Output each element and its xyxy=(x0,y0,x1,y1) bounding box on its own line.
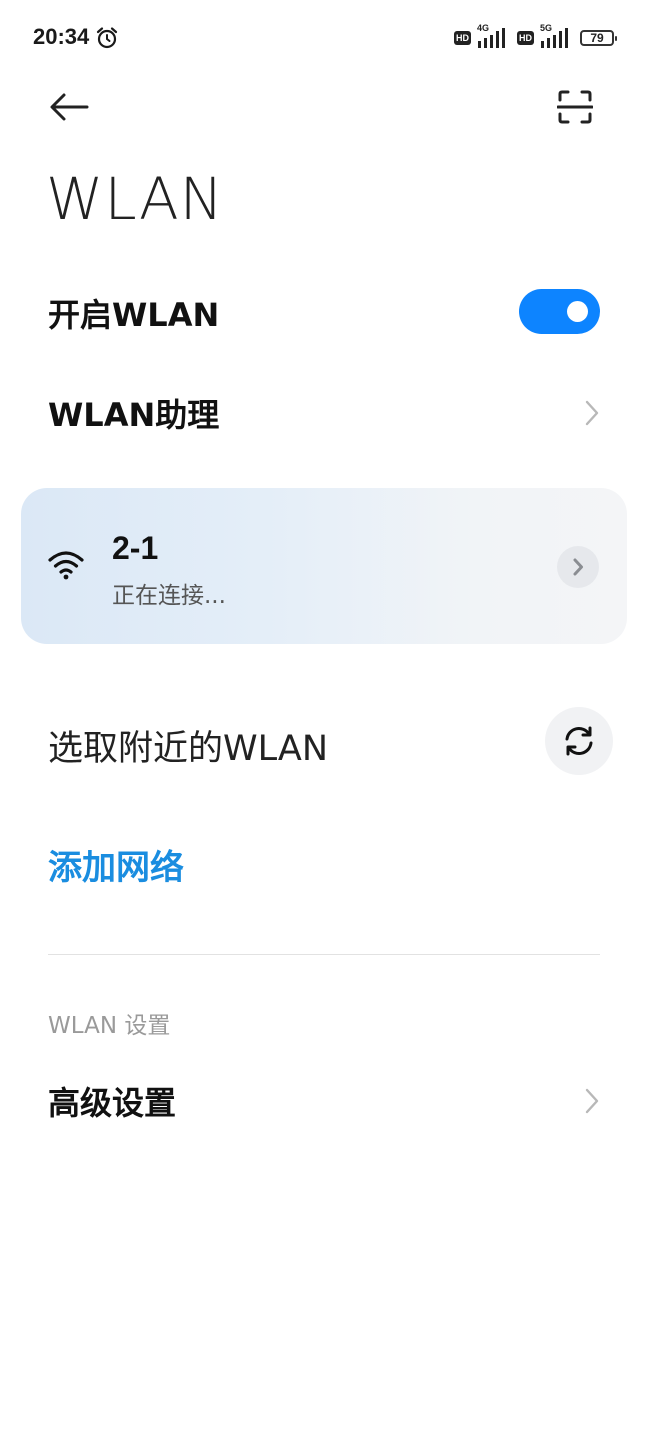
arrow-left-icon xyxy=(50,93,89,121)
status-bar: 20:34 HD 4G HD 5G 79 xyxy=(0,0,648,76)
scan-icon xyxy=(557,90,593,124)
toggle-knob xyxy=(567,301,588,322)
refresh-icon xyxy=(565,726,593,756)
scan-button[interactable] xyxy=(552,84,598,130)
network-detail-button[interactable] xyxy=(557,546,599,588)
refresh-button[interactable] xyxy=(545,707,613,775)
divider xyxy=(48,954,600,955)
wlan-toggle-switch[interactable] xyxy=(519,289,600,334)
network-type-label: 4G xyxy=(477,23,490,33)
hd-badge: HD xyxy=(454,31,471,45)
status-time: 20:34 xyxy=(33,24,90,49)
network-type-label: 5G xyxy=(540,23,553,33)
page-title: WLAN xyxy=(46,165,225,233)
chevron-right-icon xyxy=(585,400,599,426)
battery-icon: 79 xyxy=(580,30,617,46)
connected-network-card[interactable]: 2-1 正在连接... xyxy=(21,488,627,644)
app-header xyxy=(0,76,648,136)
network-name: 2-1 xyxy=(112,530,159,566)
wlan-toggle-label: 开启WLAN xyxy=(48,296,220,334)
hd-badge: HD xyxy=(517,31,534,45)
chevron-right-icon xyxy=(573,558,583,576)
signal-group-2: 5G xyxy=(540,23,570,49)
add-network-link[interactable]: 添加网络 xyxy=(48,840,184,889)
alarm-clock-icon xyxy=(96,27,118,49)
advanced-settings-row[interactable]: 高级设置 xyxy=(0,1068,648,1134)
signal-group-1: 4G xyxy=(477,23,507,49)
wlan-assistant-row[interactable]: WLAN助理 xyxy=(0,380,648,446)
nearby-wlan-label: 选取附近的WLAN xyxy=(48,729,329,769)
wlan-assistant-label: WLAN助理 xyxy=(48,396,220,434)
back-button[interactable] xyxy=(46,84,92,130)
network-status: 正在连接... xyxy=(112,583,226,609)
battery-level: 79 xyxy=(590,31,604,45)
section-header-wlan-settings: WLAN 设置 xyxy=(48,1013,171,1039)
wifi-icon xyxy=(48,551,84,580)
status-indicators: HD 4G HD 5G 79 xyxy=(454,23,617,50)
advanced-settings-label: 高级设置 xyxy=(48,1084,177,1122)
chevron-right-icon xyxy=(585,1088,599,1114)
